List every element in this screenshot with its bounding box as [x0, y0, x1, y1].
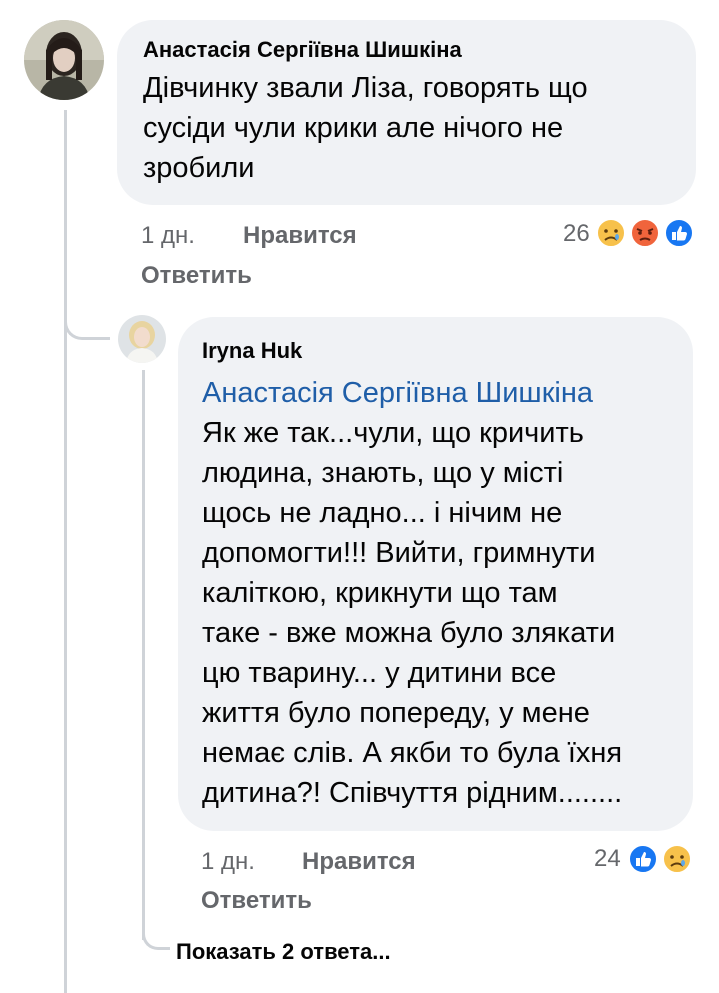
sad-emoji-icon	[662, 844, 692, 874]
comment-text: Як же так...чули, що кричить людина, зна…	[202, 417, 623, 809]
like-emoji-icon	[664, 218, 694, 248]
thread-connector-reply	[64, 300, 110, 340]
user-photo-icon	[118, 315, 166, 363]
comment-text: Дівчинку звали Ліза, говорять що сусіди …	[143, 72, 588, 184]
reply-button[interactable]: Ответить	[141, 261, 252, 291]
avatar[interactable]	[118, 315, 166, 363]
reaction-count[interactable]: 26	[563, 219, 590, 249]
mention-link[interactable]: Анастасія Сергіївна Шишкіна	[202, 373, 669, 413]
comment-author[interactable]: Анастасія Сергіївна Шишкіна	[143, 36, 670, 64]
reply-button[interactable]: Ответить	[201, 886, 312, 916]
comment-timestamp[interactable]: 1 дн.	[201, 847, 255, 877]
like-button[interactable]: Нравится	[243, 221, 357, 251]
comment-bubble[interactable]: Анастасія Сергіївна Шишкіна Дівчинку зва…	[117, 20, 696, 205]
sad-emoji-icon	[596, 218, 626, 248]
thread-connector-show-replies	[142, 920, 170, 950]
reaction-count[interactable]: 24	[594, 844, 621, 874]
user-photo-icon	[24, 20, 104, 100]
angry-emoji-icon	[630, 218, 660, 248]
like-emoji-icon	[628, 844, 658, 874]
avatar[interactable]	[24, 20, 104, 100]
comment-author[interactable]: Iryna Huk	[202, 337, 669, 365]
comment-timestamp[interactable]: 1 дн.	[141, 221, 195, 251]
like-button[interactable]: Нравится	[302, 847, 416, 877]
thread-line-main	[64, 110, 67, 993]
thread-line-reply	[142, 370, 145, 940]
comment-bubble[interactable]: Iryna Huk Анастасія Сергіївна Шишкіна Як…	[178, 317, 693, 831]
show-replies-link[interactable]: Показать 2 ответа...	[176, 938, 391, 966]
